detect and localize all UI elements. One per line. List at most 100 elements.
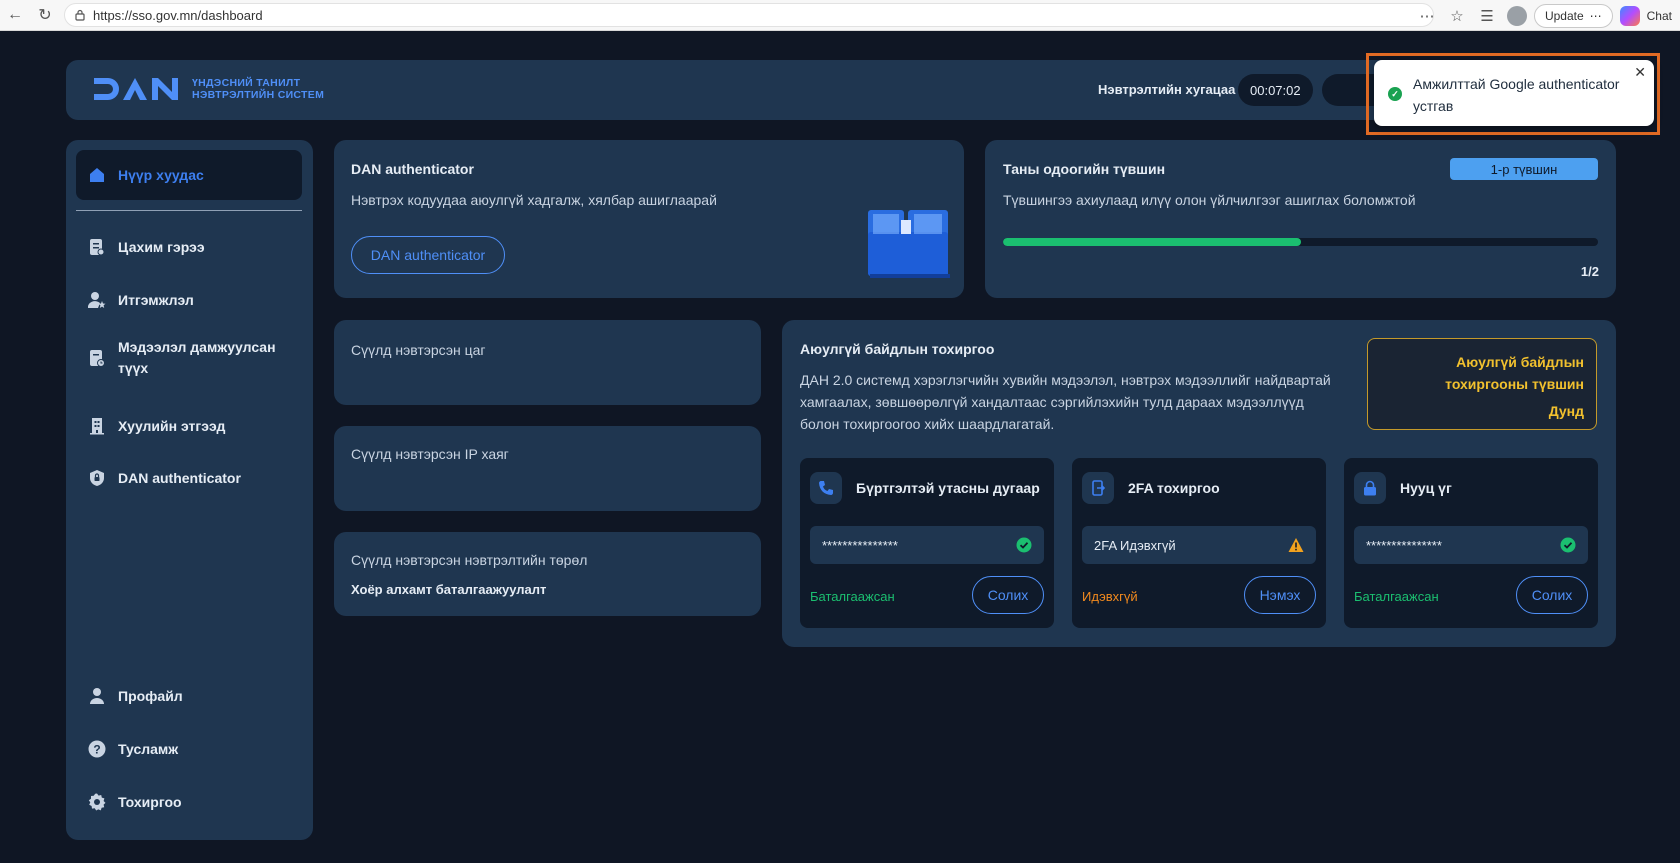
home-icon	[88, 166, 106, 184]
twofa-title: 2FA тохиргоо	[1128, 480, 1220, 496]
session-duration-label: Нэвтрэлтийн хугацаа	[1098, 82, 1236, 97]
lock-icon	[1354, 472, 1386, 504]
favorites-list-icon[interactable]: ☰	[1474, 3, 1500, 29]
card-title: Таны одоогийн түвшин	[1003, 161, 1166, 177]
reload-icon[interactable]: ↻	[30, 0, 60, 31]
authenticator-illustration-icon	[868, 210, 950, 278]
sidebar-item-trust[interactable]: Итгэмжлэл	[76, 275, 302, 325]
sidebar-item-label: DAN authenticator	[118, 470, 241, 486]
sidebar-item-label: Профайл	[118, 688, 183, 704]
sidebar-item-home[interactable]: Нүүр хуудас	[76, 150, 302, 200]
sidebar-item-label: Мэдээлэл дамжуулсан түүх	[118, 339, 276, 376]
card-title: Аюулгүй байдлын тохиргоо	[800, 341, 995, 357]
add-twofa-button[interactable]: Нэмэх	[1244, 576, 1316, 614]
card-description: Нэвтрэх кодуудаа аюулгүй хадгалж, хялбар…	[351, 192, 717, 208]
authenticator-card: DAN authenticator Нэвтрэх кодуудаа аюулг…	[334, 140, 964, 298]
close-icon[interactable]: ✕	[1634, 64, 1646, 81]
security-level-label: Аюулгүй байдлын тохиргооны түвшин	[1445, 354, 1584, 392]
sidebar-item-legal-entity[interactable]: Хуулийн этгээд	[76, 401, 302, 451]
user-star-icon	[88, 291, 106, 309]
browser-actions: ⋯ ☆ ☰ Update ⋯ Chat	[1414, 0, 1680, 31]
sidebar-item-label: Тохиргоо	[118, 794, 182, 810]
security-level-value: Дунд	[1548, 403, 1584, 419]
sidebar-item-settings[interactable]: Тохиргоо	[76, 777, 302, 827]
document-icon	[88, 238, 106, 256]
level-badge: 1-р түвшин	[1450, 158, 1598, 180]
browser-toolbar: ← ↻ https://sso.gov.mn/dashboard ⋯ ☆ ☰ U…	[0, 0, 1680, 31]
twofa-status: Идэвхгүй	[1082, 589, 1138, 604]
shield-lock-icon	[88, 469, 106, 487]
back-arrow-icon[interactable]: ←	[0, 0, 30, 31]
level-progress-bar	[1003, 238, 1598, 246]
help-circle-icon: ?	[88, 740, 106, 758]
session-timer: 00:07:02	[1238, 74, 1313, 106]
ellipsis-icon: ⋯	[1589, 8, 1602, 23]
change-password-button[interactable]: Солих	[1516, 576, 1588, 614]
card-title: DAN authenticator	[351, 161, 474, 177]
dan-logo-icon	[94, 78, 178, 100]
phone-status: Баталгаажсан	[810, 589, 895, 604]
sidebar-item-contracts[interactable]: Цахим гэрээ	[76, 222, 302, 272]
sidebar-item-label: Итгэмжлэл	[118, 292, 194, 308]
gear-icon	[88, 793, 106, 811]
document-clock-icon	[88, 349, 106, 367]
security-description: ДАН 2.0 системд хэрэглэгчийн хувийн мэдэ…	[800, 372, 1331, 432]
chat-label[interactable]: Chat	[1647, 9, 1672, 23]
sidebar: Нүүр хуудас Цахим гэрээ Итгэмжлэл Мэдээл…	[66, 140, 313, 840]
card-description: Түвшингээ ахиулаад илүү олон үйлчилгээг …	[1003, 192, 1416, 208]
card-title: Сүүлд нэвтэрсэн цаг	[351, 342, 486, 358]
password-status: Баталгаажсан	[1354, 589, 1439, 604]
card-title: Сүүлд нэвтэрсэн IP хаяг	[351, 446, 509, 462]
sidebar-item-label: Тусламж	[118, 741, 179, 757]
check-circle-icon	[1560, 537, 1576, 553]
sidebar-divider	[76, 210, 302, 211]
logo[interactable]: ҮНДЭСНИЙ ТАНИЛТ НЭВТРЭЛТИЙН СИСТЕМ	[92, 74, 324, 104]
security-level-box: Аюулгүй байдлын тохиргооны түвшин Дунд	[1367, 338, 1597, 430]
sidebar-item-profile[interactable]: Профайл	[76, 671, 302, 721]
twofa-card: 2FA тохиргоо 2FA Идэвхгүй Идэвхгүй Нэмэх	[1072, 458, 1326, 628]
current-level-card: Таны одоогийн түвшин 1-р түвшин Түвшингэ…	[985, 140, 1616, 298]
sidebar-item-label: Нүүр хуудас	[118, 167, 204, 183]
last-login-time-card: Сүүлд нэвтэрсэн цаг	[334, 320, 761, 405]
phone-icon	[810, 472, 842, 504]
password-title: Нууц үг	[1400, 480, 1452, 496]
check-circle-icon: ✓	[1388, 87, 1402, 101]
last-login-type-value: Хоёр алхамт баталгаажуулалт	[351, 582, 547, 597]
sidebar-item-help[interactable]: ? Тусламж	[76, 724, 302, 774]
url-text: https://sso.gov.mn/dashboard	[93, 7, 263, 23]
dan-authenticator-button[interactable]: DAN authenticator	[351, 236, 505, 274]
card-title: Сүүлд нэвтэрсэн нэвтрэлтийн төрөл	[351, 552, 588, 568]
last-login-type-card: Сүүлд нэвтэрсэн нэвтрэлтийн төрөл Хоёр а…	[334, 532, 761, 616]
svg-text:?: ?	[93, 743, 100, 757]
mobile-arrow-icon	[1082, 472, 1114, 504]
favorite-star-icon[interactable]: ☆	[1444, 3, 1470, 29]
check-circle-icon	[1016, 537, 1032, 553]
update-button[interactable]: Update ⋯	[1533, 3, 1613, 28]
phone-card: Бүртгэлтэй утасны дугаар ***************…	[800, 458, 1054, 628]
more-options-icon[interactable]: ⋯	[1414, 3, 1440, 29]
warning-icon	[1288, 538, 1304, 552]
password-value-field: ***************	[1354, 526, 1588, 564]
phone-title: Бүртгэлтэй утасны дугаар	[856, 480, 1040, 496]
sidebar-item-label: Цахим гэрээ	[118, 239, 205, 255]
level-progress-fill	[1003, 238, 1301, 246]
password-card: Нууц үг *************** Баталгаажсан Сол…	[1344, 458, 1598, 628]
twofa-value-field: 2FA Идэвхгүй	[1082, 526, 1316, 564]
building-icon	[88, 417, 106, 435]
phone-value-field: ***************	[810, 526, 1044, 564]
logo-text: ҮНДЭСНИЙ ТАНИЛТ НЭВТРЭЛТИЙН СИСТЕМ	[192, 77, 325, 101]
lock-icon	[73, 8, 87, 22]
sidebar-item-dan-authenticator[interactable]: DAN authenticator	[76, 453, 302, 503]
sidebar-item-data-history[interactable]: Мэдээлэл дамжуулсан түүх	[76, 328, 302, 388]
success-toast: ✓ Амжилттай Google authenticator устгав …	[1374, 60, 1654, 126]
level-progress-text: 1/2	[1580, 264, 1599, 279]
last-ip-card: Сүүлд нэвтэрсэн IP хаяг	[334, 426, 761, 511]
sidebar-item-label: Хуулийн этгээд	[118, 418, 226, 434]
address-bar[interactable]: https://sso.gov.mn/dashboard	[64, 3, 1434, 27]
profile-avatar[interactable]	[1504, 3, 1530, 29]
user-icon	[88, 687, 106, 705]
toast-message: Амжилттай Google authenticator устгав	[1413, 76, 1620, 114]
security-settings-card: Аюулгүй байдлын тохиргоо ДАН 2.0 системд…	[782, 320, 1616, 647]
copilot-icon[interactable]	[1617, 3, 1643, 29]
change-phone-button[interactable]: Солих	[972, 576, 1044, 614]
